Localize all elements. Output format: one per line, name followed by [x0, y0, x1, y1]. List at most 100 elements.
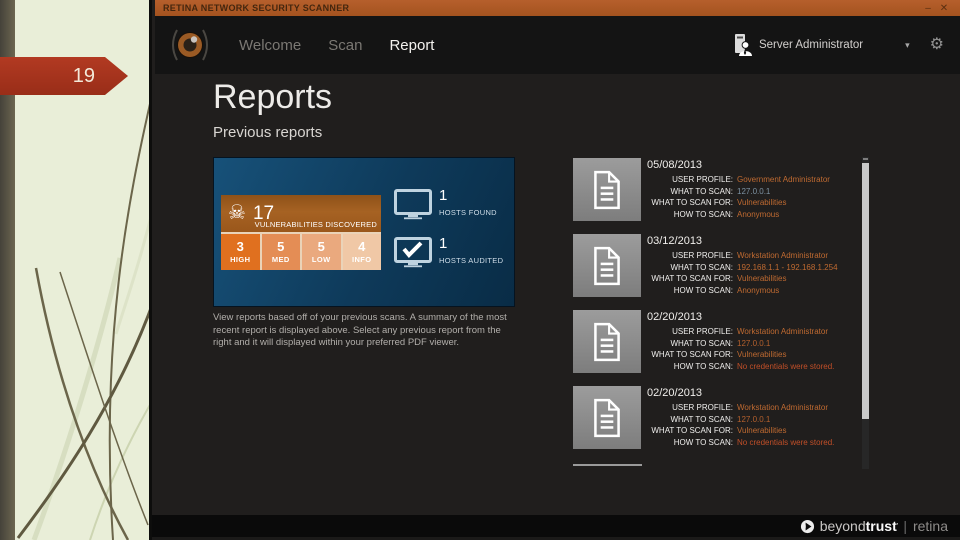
- slide-number-banner: 19: [0, 57, 128, 95]
- user-name: Server Administrator: [758, 39, 864, 51]
- document-icon: [594, 246, 620, 285]
- vulnerabilities-panel: ☠ 17 VULNERABILITIES DISCOVERED 3 HIGH 5…: [221, 195, 381, 270]
- report-field-label: USER PROFILE:: [672, 251, 733, 260]
- report-field-value: Workstation Administrator: [737, 403, 828, 412]
- report-field-value: Government Administrator: [737, 175, 830, 184]
- report-item-3[interactable]: 02/20/2013 USER PROFILE: Workstation Admi…: [573, 310, 855, 378]
- app-footer: beyond trust’ | retina: [152, 515, 960, 537]
- user-menu[interactable]: Server Administrator ▾ ⚙: [732, 34, 944, 56]
- footer-product-retina: retina: [912, 518, 948, 534]
- report-field-value: No credentials were stored.: [737, 437, 835, 447]
- report-field-value: Workstation Administrator: [737, 327, 828, 336]
- report-doc-tile[interactable]: [573, 158, 641, 221]
- hosts-summary: 1 HOSTS FOUND 1 HOSTS AUDITED: [394, 187, 504, 285]
- vulnerabilities-header: ☠ 17 VULNERABILITIES DISCOVERED: [221, 195, 381, 232]
- report-field-label: USER PROFILE:: [672, 175, 733, 184]
- report-date: 02/20/2013: [647, 311, 703, 323]
- severity-high-count: 3: [236, 239, 244, 254]
- report-field-value: 127.0.0.1: [737, 414, 771, 424]
- hosts-audited-label: HOSTS AUDITED: [439, 256, 504, 265]
- report-date: 03/12/2013: [647, 235, 703, 247]
- list-scrollbar[interactable]: [862, 157, 869, 469]
- severity-med-count: 5: [277, 239, 285, 254]
- list-clipped-next-item: [573, 464, 642, 466]
- tab-welcome[interactable]: Welcome: [239, 37, 301, 54]
- report-item-2[interactable]: 03/12/2013 USER PROFILE: Workstation Admi…: [573, 234, 855, 302]
- report-field-label: HOW TO SCAN:: [673, 361, 733, 371]
- chevron-down-icon[interactable]: ▾: [905, 40, 910, 51]
- window-title: RETINA NETWORK SECURITY SCANNER: [163, 3, 350, 13]
- document-icon: [594, 170, 620, 209]
- page-subtitle: Previous reports: [213, 124, 323, 141]
- report-date: 05/08/2013: [647, 159, 703, 171]
- report-field-label: WHAT TO SCAN FOR:: [651, 426, 733, 435]
- report-doc-tile[interactable]: [573, 234, 641, 297]
- severity-low-count: 5: [317, 239, 325, 254]
- tab-scan[interactable]: Scan: [328, 37, 362, 54]
- severity-med-label: MED: [271, 255, 290, 264]
- beyondtrust-logo-icon: [800, 519, 814, 533]
- report-field-label: WHAT TO SCAN FOR:: [651, 274, 733, 283]
- footer-brand-trust: trust: [865, 518, 897, 534]
- report-field-value: No credentials were stored.: [737, 361, 835, 371]
- retina-app-window: RETINA NETWORK SECURITY SCANNER – ✕ Welc…: [152, 0, 960, 540]
- hosts-found-count: 1: [439, 187, 448, 204]
- severity-info: 4 INFO: [342, 234, 381, 270]
- hosts-found-label: HOSTS FOUND: [439, 208, 497, 217]
- footer-trademark: ’: [896, 522, 899, 530]
- close-button[interactable]: ✕: [936, 3, 952, 14]
- slide-canvas: 19 RETINA NETWORK SECURITY SCANNER – ✕ W…: [0, 0, 960, 540]
- severity-med: 5 MED: [261, 234, 300, 270]
- report-field-value: Vulnerabilities: [737, 274, 787, 283]
- hosts-found-group: 1 HOSTS FOUND: [394, 187, 503, 220]
- report-field-value: Anonymous: [737, 209, 780, 219]
- report-field-label: USER PROFILE:: [672, 403, 733, 412]
- report-field-value: 127.0.0.1: [737, 186, 771, 196]
- server-user-icon: [734, 34, 752, 56]
- previous-reports-list: 05/08/2013 USER PROFILE: Government Admin…: [573, 158, 855, 462]
- report-field-value: Vulnerabilities: [737, 198, 787, 207]
- report-field-value: Anonymous: [737, 285, 780, 295]
- report-doc-tile[interactable]: [573, 310, 641, 373]
- app-navbar: Welcome Scan Report Server Administrator…: [155, 16, 960, 74]
- recent-report-summary-tile: ☠ 17 VULNERABILITIES DISCOVERED 3 HIGH 5…: [213, 157, 515, 307]
- tab-report[interactable]: Report: [389, 37, 434, 54]
- severity-low-label: LOW: [311, 255, 331, 264]
- report-field-label: WHAT TO SCAN FOR:: [651, 350, 733, 359]
- severity-high-label: HIGH: [230, 255, 251, 264]
- vulnerabilities-label: VULNERABILITIES DISCOVERED: [254, 220, 377, 229]
- monitor-check-icon: [394, 237, 432, 268]
- report-item-4[interactable]: 02/20/2013 USER PROFILE: Workstation Admi…: [573, 386, 855, 454]
- severity-high: 3 HIGH: [221, 234, 260, 270]
- report-field-label: HOW TO SCAN:: [673, 209, 733, 219]
- footer-brand-beyond: beyond: [819, 518, 866, 534]
- severity-low: 5 LOW: [302, 234, 341, 270]
- retina-eye-logo-icon: [172, 29, 208, 61]
- report-field-label: WHAT TO SCAN:: [670, 414, 733, 424]
- scrollbar-thumb[interactable]: [862, 163, 869, 419]
- hosts-audited-group: 1 HOSTS AUDITED: [394, 236, 504, 268]
- report-field-value: 192.168.1.1 - 192.168.1.254: [737, 262, 838, 272]
- page-title: Reports: [213, 78, 333, 116]
- slide-number: 19: [72, 64, 95, 87]
- report-date: 02/20/2013: [647, 387, 703, 399]
- document-icon: [594, 398, 620, 437]
- report-field-value: Vulnerabilities: [737, 426, 787, 435]
- window-titlebar[interactable]: RETINA NETWORK SECURITY SCANNER – ✕: [155, 0, 960, 16]
- report-item-1[interactable]: 05/08/2013 USER PROFILE: Government Admin…: [573, 158, 855, 226]
- report-field-label: WHAT TO SCAN:: [670, 186, 733, 196]
- minimize-button[interactable]: –: [920, 3, 936, 14]
- document-icon: [594, 322, 620, 361]
- report-field-label: HOW TO SCAN:: [673, 285, 733, 295]
- severity-row: 3 HIGH 5 MED 5 LOW 4 INFO: [221, 234, 381, 270]
- reports-description: View reports based off of your previous …: [213, 312, 507, 348]
- skull-icon: ☠: [228, 202, 246, 224]
- report-field-value: Vulnerabilities: [737, 350, 787, 359]
- report-field-value: 127.0.0.1: [737, 338, 771, 348]
- report-field-label: USER PROFILE:: [672, 327, 733, 336]
- severity-info-label: INFO: [351, 255, 372, 264]
- severity-info-count: 4: [358, 239, 366, 254]
- scrollbar-up-arrow-icon[interactable]: [863, 158, 868, 160]
- report-doc-tile[interactable]: [573, 386, 641, 449]
- gear-icon[interactable]: ⚙: [930, 37, 944, 53]
